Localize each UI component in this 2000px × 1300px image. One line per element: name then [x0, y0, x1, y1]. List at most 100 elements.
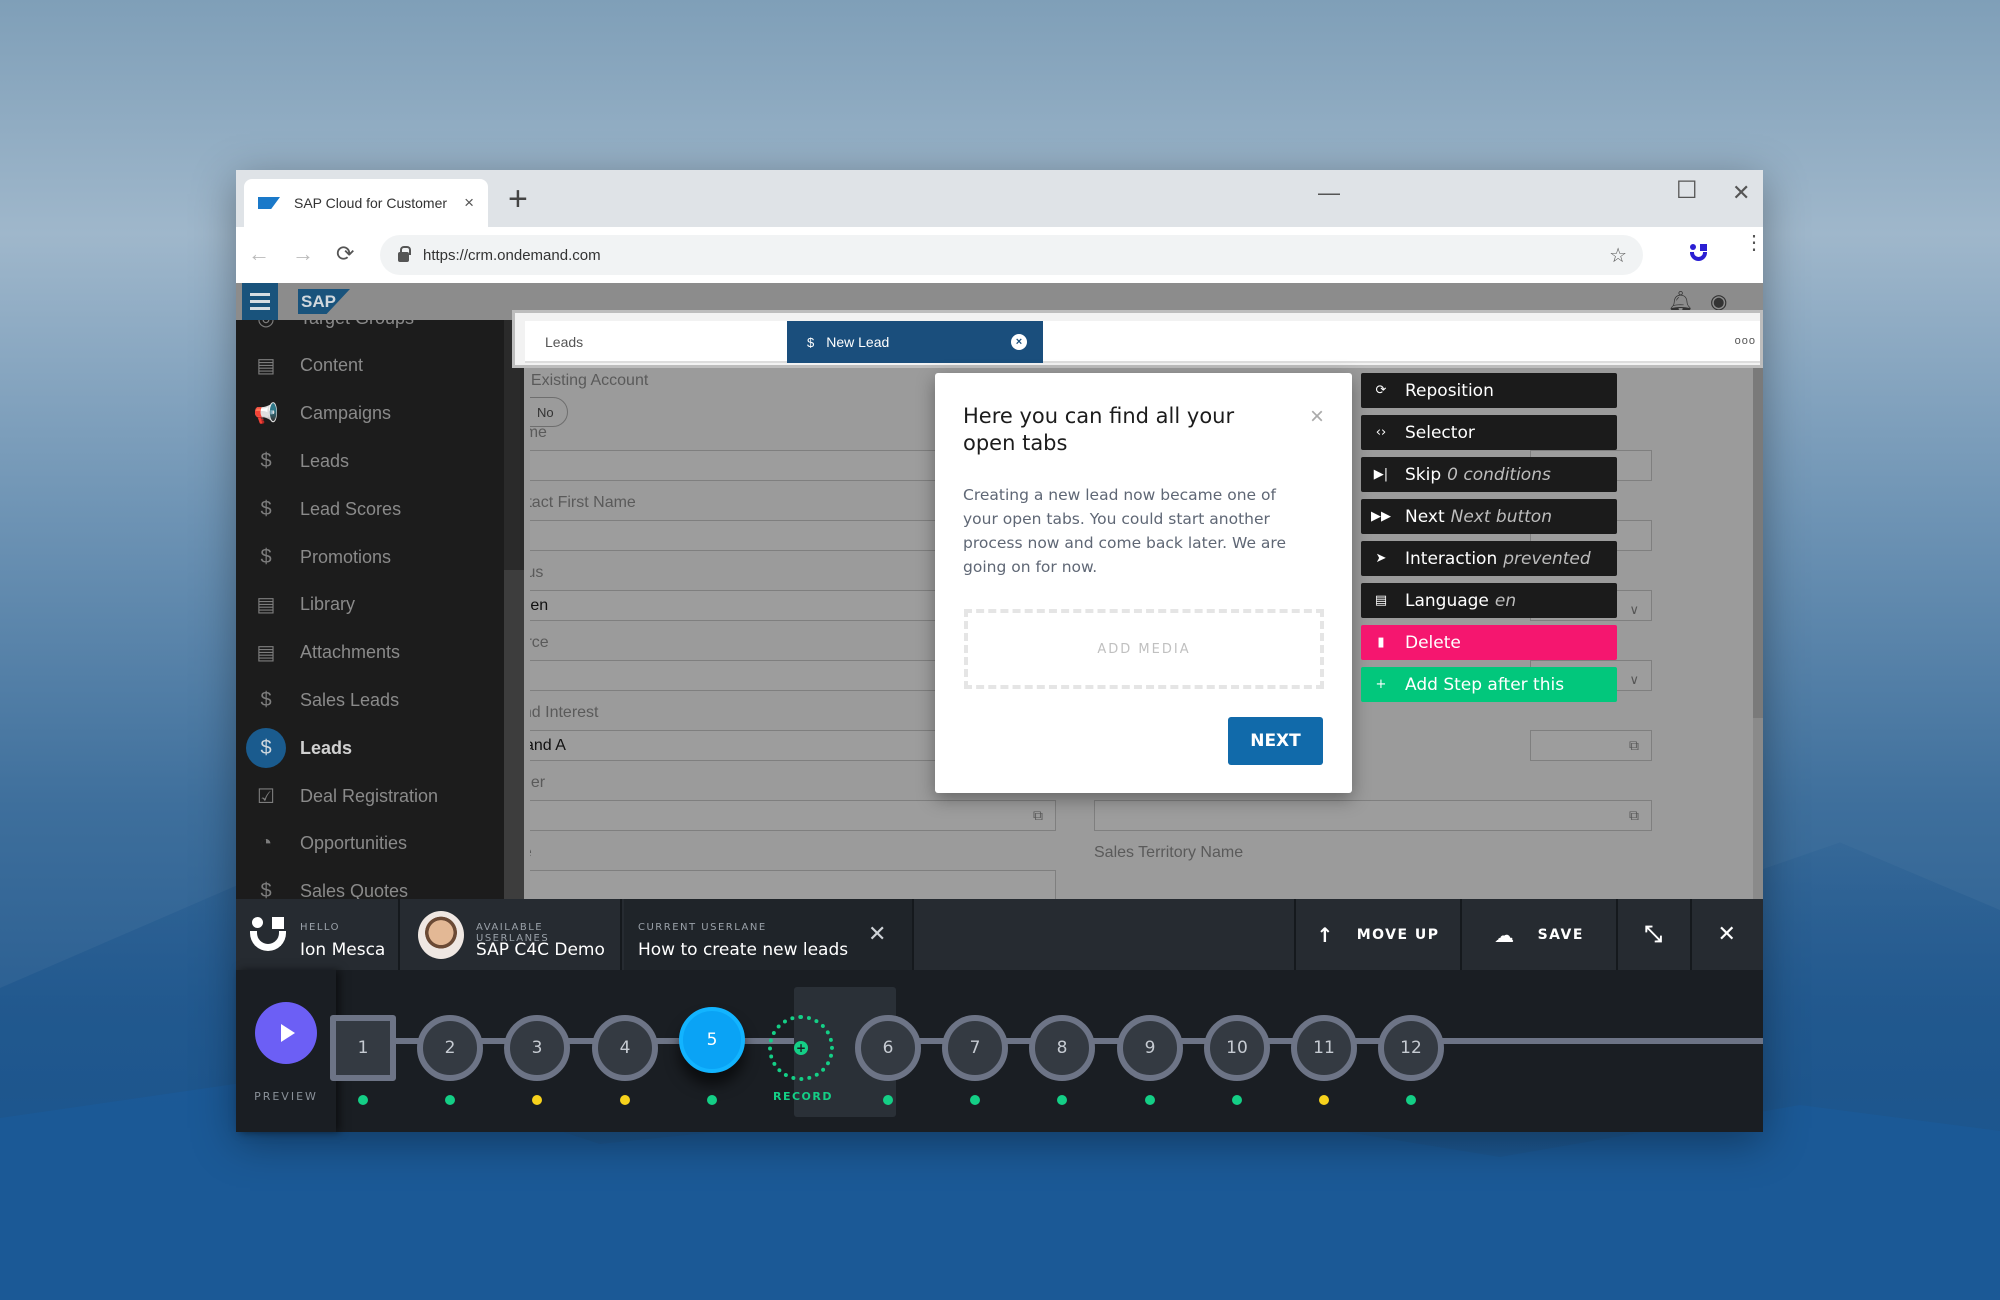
- browser-menu-icon[interactable]: ⋮: [1744, 233, 1763, 253]
- sidebar-item[interactable]: ▤ Content: [236, 342, 504, 390]
- sidebar-item-label: Deal Registration: [300, 785, 439, 806]
- hello-caption: HELLO: [300, 922, 340, 933]
- sidebar-item[interactable]: ☑ Deal Registration: [236, 772, 504, 820]
- record-button[interactable]: +: [768, 1015, 834, 1081]
- sidebar-item[interactable]: $ Leads: [236, 437, 504, 485]
- close-editor-button[interactable]: ✕: [1690, 899, 1763, 970]
- use-existing-account-toggle[interactable]: No: [530, 397, 568, 427]
- preview-label: PREVIEW: [254, 1090, 318, 1103]
- close-icon[interactable]: ×: [1310, 403, 1324, 431]
- sidebar-item-label: Leads: [300, 450, 350, 471]
- step-node[interactable]: 1: [330, 1015, 396, 1081]
- sidebar-item[interactable]: $ Promotions: [236, 533, 504, 581]
- step-menu-label: Next: [1405, 506, 1445, 527]
- marketing-unit-input[interactable]: ⧉: [1094, 800, 1652, 831]
- close-tab-icon[interactable]: ×: [464, 193, 474, 213]
- step-menu-interaction[interactable]: ➤ Interaction prevented: [1361, 541, 1617, 576]
- right-field-3[interactable]: ⧉: [1530, 730, 1652, 761]
- value-help-icon[interactable]: ⧉: [1629, 801, 1639, 830]
- step-menu-next[interactable]: ▶▶ Next Next button: [1361, 499, 1617, 534]
- userlane-tooltip: Here you can find all your open tabs × C…: [935, 373, 1352, 793]
- browser-tab[interactable]: SAP Cloud for Customer ×: [244, 179, 488, 227]
- step-menu-label: Skip: [1405, 464, 1442, 485]
- step-menu-delete[interactable]: ▮ Delete: [1361, 625, 1617, 660]
- next-button[interactable]: NEXT: [1228, 717, 1323, 765]
- forward-icon[interactable]: →: [292, 241, 314, 267]
- step-node[interactable]: 11: [1291, 1015, 1357, 1081]
- step-menu-add-step-after-this[interactable]: + Add Step after this: [1361, 667, 1617, 702]
- available-userlanes-value: SAP C4C Demo: [476, 940, 605, 960]
- close-tab-icon[interactable]: ×: [1011, 334, 1027, 350]
- userlane-logo: [250, 917, 286, 953]
- step-node[interactable]: 8: [1029, 1015, 1095, 1081]
- hamburger-menu-icon[interactable]: [242, 283, 278, 320]
- step-menu-skip[interactable]: ▶| Skip 0 conditions: [1361, 457, 1617, 492]
- avatar: [418, 911, 464, 959]
- sidebar-item[interactable]: $ Leads: [236, 724, 504, 772]
- userlane-user-section: HELLO Ion Mesca: [236, 899, 400, 970]
- browser-tab-title: SAP Cloud for Customer: [294, 195, 448, 211]
- step-menu-label: Language: [1405, 590, 1489, 611]
- close-userlane-icon[interactable]: ✕: [868, 921, 886, 947]
- step-node[interactable]: 3: [504, 1015, 570, 1081]
- tab-leads[interactable]: Leads: [545, 321, 583, 363]
- owner-input[interactable]: ⧉: [530, 800, 1056, 831]
- step-node[interactable]: 12: [1378, 1015, 1444, 1081]
- sidebar-item[interactable]: 📢 Campaigns: [236, 390, 504, 438]
- sidebar-item-icon: 📢: [253, 403, 279, 426]
- sales-territory-name-label: Sales Territory Name: [1094, 844, 1244, 861]
- move-up-button[interactable]: ↑ MOVE UP: [1294, 899, 1460, 970]
- sidebar-item[interactable]: ◔ Opportunities: [236, 820, 504, 868]
- preview-play-button[interactable]: [255, 1002, 317, 1064]
- step-menu-selector[interactable]: ‹› Selector: [1361, 415, 1617, 450]
- more-tabs-icon[interactable]: ooo: [1735, 335, 1756, 347]
- sidebar-item[interactable]: $ Lead Scores: [236, 485, 504, 533]
- userlane-extension-icon[interactable]: [1688, 243, 1710, 263]
- step-node[interactable]: 4: [592, 1015, 658, 1081]
- language-icon: ▤: [1374, 593, 1388, 608]
- value-help-icon[interactable]: ⧉: [1629, 731, 1639, 760]
- step-menu-language[interactable]: ▤ Language en: [1361, 583, 1617, 618]
- step-node[interactable]: 10: [1204, 1015, 1270, 1081]
- step-menu-value: 0 conditions: [1447, 464, 1551, 485]
- url-bar[interactable]: https://crm.ondemand.com ☆: [380, 235, 1643, 275]
- interaction-icon: ➤: [1375, 551, 1387, 566]
- maximize-icon[interactable]: ☐: [1676, 176, 1698, 205]
- userlane-steps-bar: PREVIEW 1 2 3 4 5 + RECORD 6 7 8 9 10 11 12: [236, 970, 1763, 1132]
- sidebar-item[interactable]: ▤ Library: [236, 581, 504, 629]
- current-userlane-value: How to create new leads: [638, 940, 849, 960]
- value-help-icon[interactable]: ⧉: [1033, 801, 1043, 830]
- cloud-upload-icon: ☁: [1494, 922, 1516, 947]
- sidebar-item[interactable]: $ Sales Quotes: [236, 868, 504, 899]
- back-icon[interactable]: ←: [248, 241, 270, 267]
- sidebar-scrollbar[interactable]: [504, 320, 524, 899]
- sidebar-item[interactable]: $ Sales Leads: [236, 676, 504, 724]
- reload-icon[interactable]: ⟳: [336, 241, 354, 267]
- collapse-button[interactable]: ⤡: [1616, 899, 1690, 970]
- sidebar-item-icon: $: [260, 545, 272, 568]
- step-status-dot: [620, 1095, 630, 1105]
- window-close-icon[interactable]: ✕: [1732, 180, 1750, 206]
- tab-new-lead[interactable]: $ New Lead ×: [787, 321, 1043, 363]
- sidebar-item-label: Campaigns: [300, 403, 392, 424]
- save-button[interactable]: ☁ SAVE: [1460, 899, 1616, 970]
- sidebar-item-label: Content: [300, 355, 364, 376]
- sidebar-item[interactable]: ◎ Target Groups: [236, 320, 504, 342]
- form-scrollbar[interactable]: [1753, 368, 1763, 899]
- sidebar-item-label: Opportunities: [300, 833, 408, 854]
- note-input[interactable]: [530, 870, 1056, 899]
- add-media-dropzone[interactable]: ADD MEDIA: [964, 609, 1324, 689]
- status-label: Status: [530, 564, 544, 581]
- step-node[interactable]: 9: [1117, 1015, 1183, 1081]
- minimize-icon[interactable]: —: [1318, 180, 1340, 206]
- step-menu-reposition[interactable]: ⟳ Reposition: [1361, 373, 1617, 408]
- step-node[interactable]: 5: [679, 1007, 745, 1073]
- step-node[interactable]: 2: [417, 1015, 483, 1081]
- step-node[interactable]: 7: [942, 1015, 1008, 1081]
- new-tab-button[interactable]: +: [508, 182, 528, 216]
- userlane-editor-bar: HELLO Ion Mesca AVAILABLE USERLANES SAP …: [236, 899, 1763, 970]
- sidebar-item[interactable]: ▤ Attachments: [236, 629, 504, 677]
- step-node[interactable]: 6: [855, 1015, 921, 1081]
- bookmark-star-icon[interactable]: ☆: [1609, 243, 1627, 268]
- available-userlanes-selector[interactable]: AVAILABLE USERLANES SAP C4C Demo: [402, 899, 622, 970]
